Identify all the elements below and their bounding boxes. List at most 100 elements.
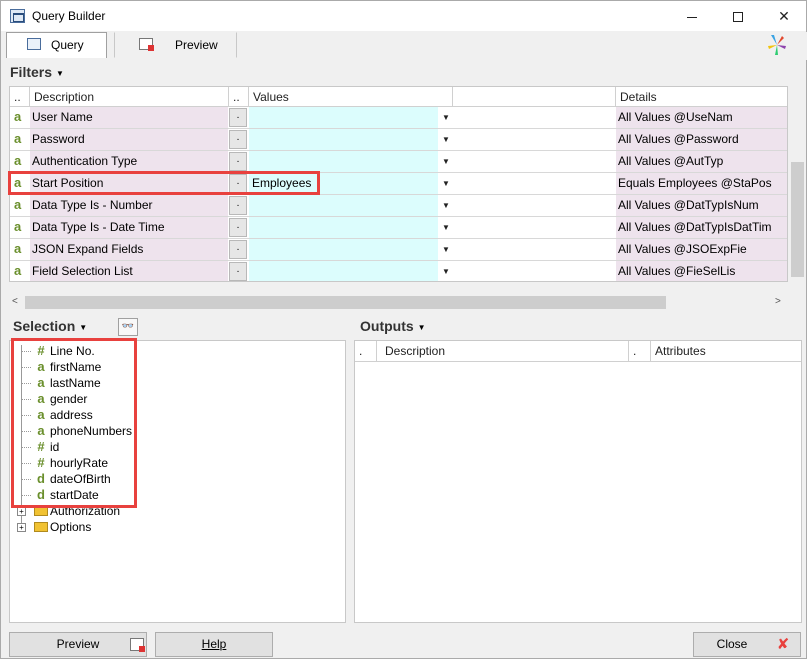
chevron-down-icon[interactable]: ▼ xyxy=(442,261,452,281)
chevron-down-icon[interactable]: ▼ xyxy=(442,195,452,216)
filter-description[interactable]: User Name xyxy=(30,107,228,128)
close-window-button[interactable]: ✕ xyxy=(761,1,807,31)
text-type-icon: a xyxy=(14,153,22,168)
tab-bar: Query Preview xyxy=(2,32,807,60)
filter-row[interactable]: a User Name. ▼ All Values @UseNam xyxy=(10,107,787,129)
filter-description[interactable]: Password xyxy=(30,129,228,150)
filter-details: All Values @Password xyxy=(616,129,787,150)
preview-icon xyxy=(139,38,154,51)
close-button[interactable]: Close ✘ xyxy=(693,632,801,657)
tab-query[interactable]: Query xyxy=(6,32,107,58)
filter-blank-cell xyxy=(453,129,616,150)
title-bar: Query Builder ✕ xyxy=(1,1,806,31)
col-button[interactable]: .. xyxy=(229,87,249,107)
chevron-down-icon[interactable]: ▼ xyxy=(442,129,452,150)
maximize-button[interactable] xyxy=(715,1,761,31)
filter-row[interactable]: a Password. ▼ All Values @Password xyxy=(10,129,787,151)
filter-description[interactable]: Field Selection List xyxy=(30,261,228,281)
scroll-thumb[interactable] xyxy=(791,162,804,277)
outputs-grid: . Description . Attributes xyxy=(354,340,802,623)
expand-icon[interactable]: + xyxy=(17,523,26,532)
filter-row[interactable]: a JSON Expand Fields. ▼ All Values @JSOExpF… xyxy=(10,239,787,261)
chevron-down-icon[interactable]: ▼ xyxy=(442,151,452,172)
filters-vertical-scrollbar[interactable] xyxy=(789,86,806,282)
binoculars-icon[interactable]: 👓 xyxy=(118,318,138,336)
filter-ellipsis-button[interactable]: . xyxy=(229,130,247,149)
filter-description[interactable]: JSON Expand Fields xyxy=(30,239,228,260)
selection-header[interactable]: Selection ▼ 👓 xyxy=(13,318,138,340)
filters-title: Filters xyxy=(10,64,53,80)
filter-blank-cell xyxy=(453,261,616,281)
filter-value-input[interactable] xyxy=(249,217,438,238)
scroll-thumb[interactable] xyxy=(25,296,666,309)
filter-ellipsis-button[interactable]: . xyxy=(229,218,247,237)
filter-description[interactable]: Data Type Is - Number xyxy=(30,195,228,216)
col-button[interactable]: . xyxy=(629,341,651,361)
app-icon xyxy=(10,9,25,23)
filter-ellipsis-button[interactable]: . xyxy=(229,152,247,171)
minimize-button[interactable] xyxy=(669,1,715,31)
query-icon xyxy=(27,38,41,50)
filter-ellipsis-button[interactable]: . xyxy=(229,196,247,215)
filter-details: All Values @AutTyp xyxy=(616,151,787,172)
filter-row[interactable]: a Field Selection List. ▼ All Values @FieSe… xyxy=(10,261,787,281)
filter-row[interactable]: a Data Type Is - Date Time. ▼ All Values @D… xyxy=(10,217,787,239)
filter-details: All Values @DatTypIsDatTim xyxy=(616,217,787,238)
filter-value-input[interactable] xyxy=(249,107,438,128)
col-select[interactable]: .. xyxy=(10,87,30,107)
text-type-icon: a xyxy=(14,131,22,146)
text-type-icon: a xyxy=(14,263,22,278)
filter-row[interactable]: a Data Type Is - Number. ▼ All Values @DatT… xyxy=(10,195,787,217)
close-icon: ✘ xyxy=(776,636,790,653)
col-details[interactable]: Details xyxy=(616,87,787,107)
filter-ellipsis-button[interactable]: . xyxy=(229,108,247,127)
outputs-title: Outputs xyxy=(360,318,414,334)
fields-highlight xyxy=(11,338,137,508)
expand-icon[interactable]: + xyxy=(17,507,26,516)
scroll-right-icon[interactable]: > xyxy=(775,296,781,307)
selection-folder[interactable]: + Options xyxy=(10,519,310,535)
brand-logo-icon xyxy=(768,35,786,55)
chevron-down-icon: ▼ xyxy=(79,323,88,333)
filter-value-input[interactable] xyxy=(249,129,438,150)
filter-blank-cell xyxy=(453,195,616,216)
col-attributes[interactable]: Attributes xyxy=(651,341,801,361)
scroll-left-icon[interactable]: < xyxy=(12,296,18,307)
filter-details: All Values @DatTypIsNum xyxy=(616,195,787,216)
col-values[interactable]: Values xyxy=(249,87,453,107)
filters-horizontal-scrollbar[interactable]: < > xyxy=(9,294,788,311)
col-description[interactable]: Description xyxy=(377,341,629,361)
filter-value-input[interactable] xyxy=(249,261,438,281)
chevron-down-icon: ▼ xyxy=(56,69,64,79)
preview-button[interactable]: Preview xyxy=(9,632,147,657)
col-description[interactable]: Description xyxy=(30,87,229,107)
filters-header[interactable]: Filters ▼ xyxy=(10,64,80,86)
filter-value-input[interactable] xyxy=(249,151,438,172)
filter-description[interactable]: Authentication Type xyxy=(30,151,228,172)
tab-preview-label: Preview xyxy=(175,38,218,52)
col-blank xyxy=(453,87,616,107)
maximize-icon xyxy=(733,12,743,23)
filter-ellipsis-button[interactable]: . xyxy=(229,240,247,259)
minimize-icon xyxy=(687,16,697,18)
text-type-icon: a xyxy=(14,197,22,212)
outputs-header[interactable]: Outputs ▼ xyxy=(360,318,440,340)
preview-button-label: Preview xyxy=(56,637,100,651)
chevron-down-icon[interactable]: ▼ xyxy=(442,173,452,194)
chevron-down-icon[interactable]: ▼ xyxy=(442,239,452,260)
chevron-down-icon[interactable]: ▼ xyxy=(442,107,452,128)
filter-value-input[interactable] xyxy=(249,239,438,260)
query-builder-window: Query Builder ✕ Query Preview Filters ▼ .… xyxy=(0,0,807,659)
col-select[interactable]: . xyxy=(355,341,377,361)
outputs-grid-header: . Description . Attributes xyxy=(355,341,801,362)
filter-row[interactable]: a Authentication Type. ▼ All Values @AutTyp xyxy=(10,151,787,173)
chevron-down-icon: ▼ xyxy=(417,323,426,333)
help-button[interactable]: Help xyxy=(155,632,273,657)
filter-blank-cell xyxy=(453,173,616,194)
filter-ellipsis-button[interactable]: . xyxy=(229,262,247,281)
tab-preview[interactable]: Preview xyxy=(114,32,237,58)
filter-description[interactable]: Data Type Is - Date Time xyxy=(30,217,228,238)
chevron-down-icon[interactable]: ▼ xyxy=(442,217,452,238)
filters-grid-header: .. Description .. Values Details xyxy=(10,87,787,107)
filter-value-input[interactable] xyxy=(249,195,438,216)
